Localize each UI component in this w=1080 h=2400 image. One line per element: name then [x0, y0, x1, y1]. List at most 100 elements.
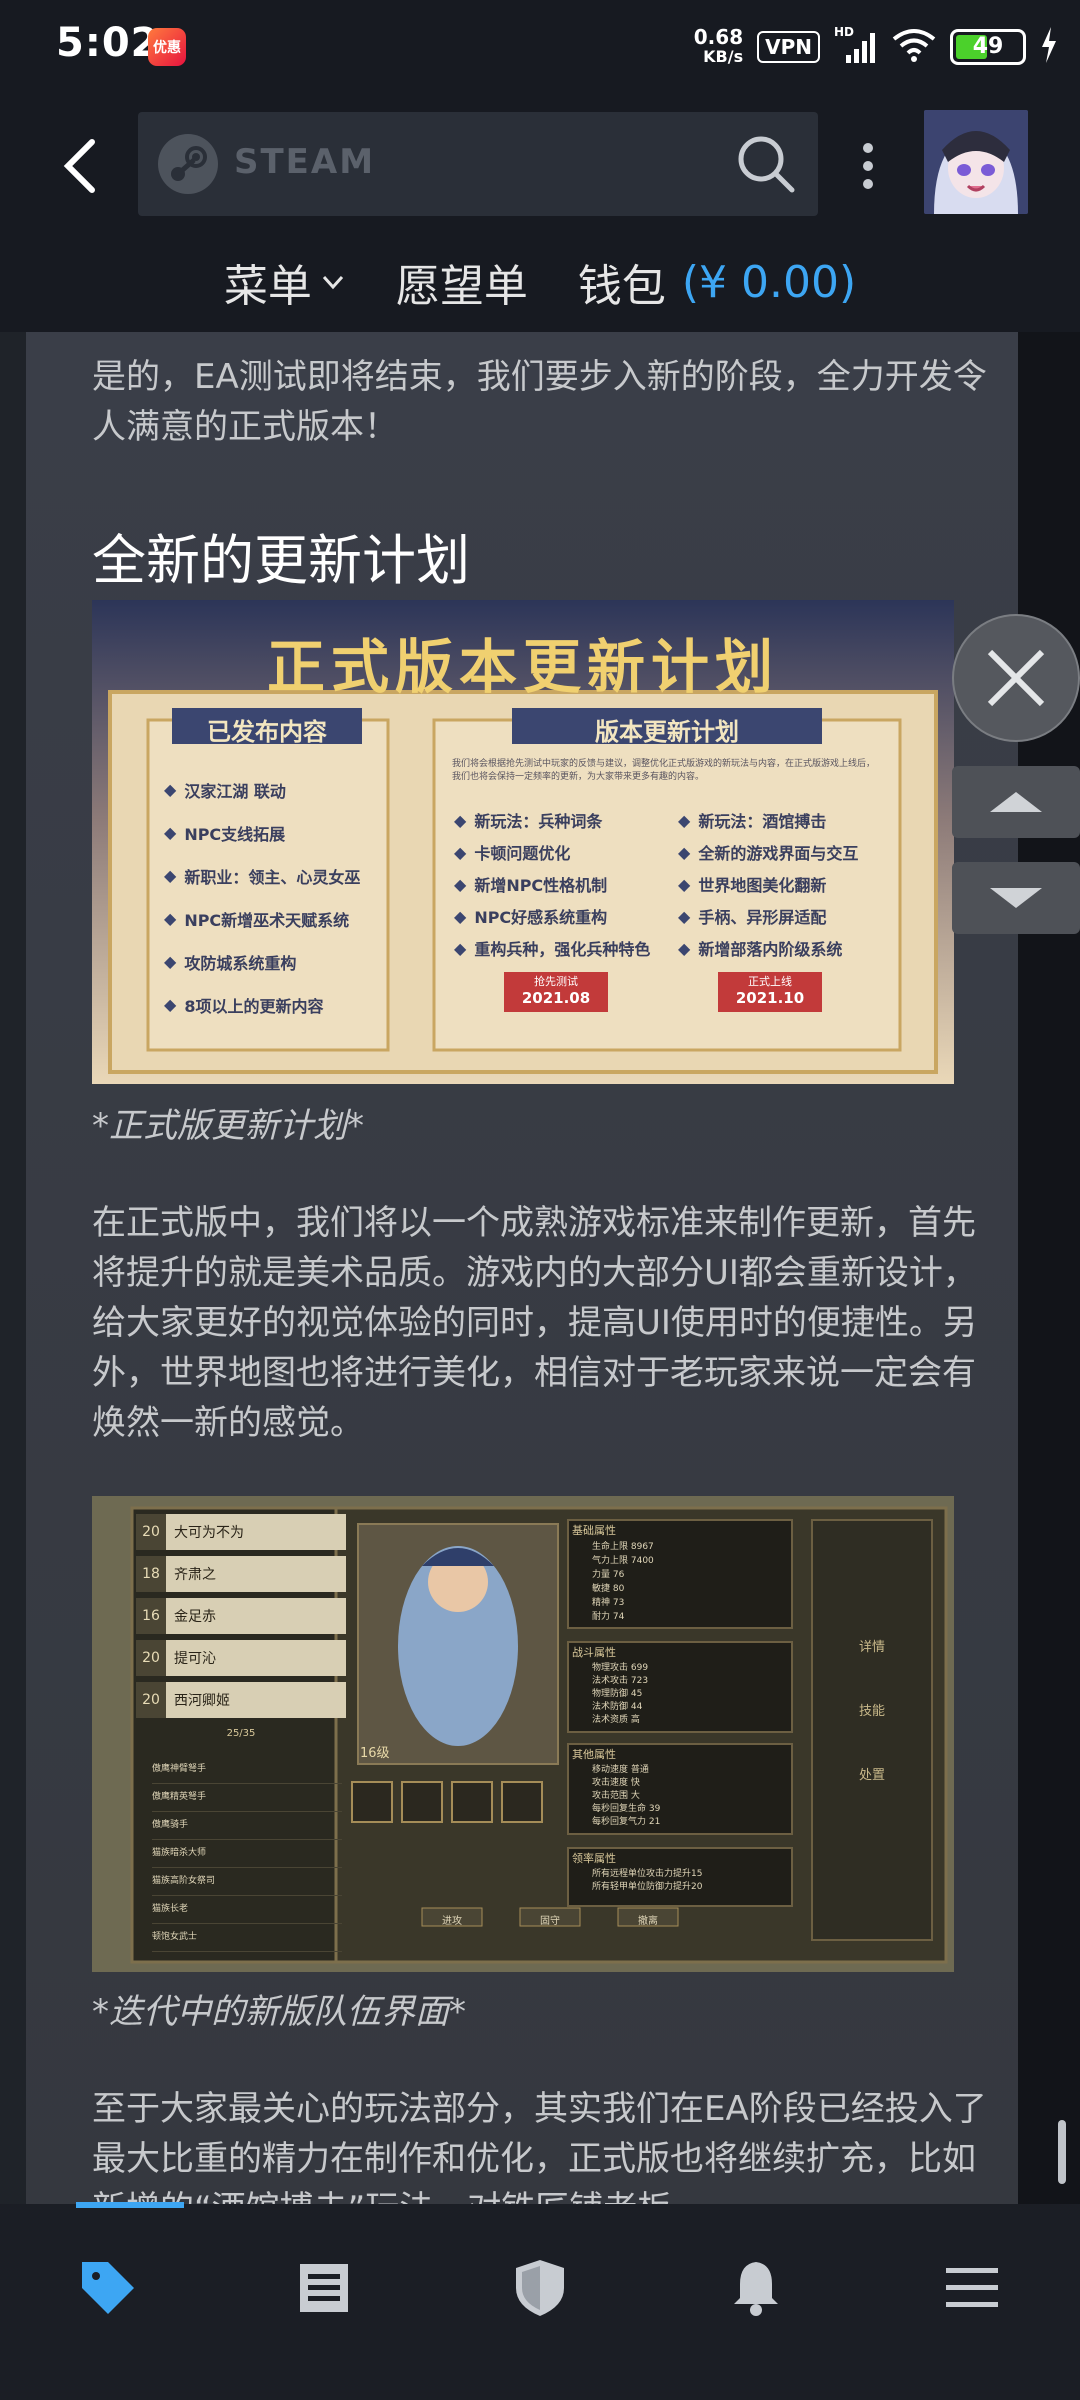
user-avatar[interactable]: [924, 110, 1028, 214]
plan-list-item: ◆ 新增NPC性格机制: [454, 874, 608, 896]
roster-row[interactable]: 16 金足赤: [136, 1598, 346, 1634]
news-icon: [300, 2264, 348, 2312]
nav-wallet[interactable]: 钱包 (¥ 0.00): [578, 242, 856, 322]
caption-update-plan: *正式版更新计划*: [92, 1106, 364, 1146]
team-action-buttons: 进攻 固守 撤离: [422, 1909, 716, 1928]
hero-level: 16级: [360, 1746, 390, 1761]
search-bar[interactable]: STEAM: [138, 112, 818, 216]
scroll-down-button[interactable]: [952, 862, 1080, 934]
detail-side-tabs: 详情 技能 处置: [812, 1636, 932, 1828]
team-ui-image[interactable]: 20 大可为不为 18 齐肃之 16 金足赤 20 提可沁 20 西河卿姬 25/35 傲鹰神臂弩…: [92, 1496, 954, 1972]
plan-list-item: ◆ 新增部落内阶级系统: [678, 938, 843, 960]
roster-row[interactable]: 20 大可为不为: [136, 1514, 346, 1550]
nav-menu[interactable]: 菜单: [224, 242, 346, 322]
panel-basic-title: 基础属性: [572, 1524, 616, 1537]
close-icon: [987, 649, 1045, 707]
roster-row[interactable]: 20 提可沁: [136, 1640, 346, 1676]
stat-row: 攻击范围 大: [592, 1791, 640, 1801]
unit-item[interactable]: 傲鹰精英弩手: [152, 1784, 342, 1812]
vpn-badge: VPN: [757, 31, 820, 63]
stat-row: 生命上限 8967: [592, 1542, 654, 1552]
roster-level: 16: [136, 1598, 166, 1634]
chevron-down-icon: [322, 275, 343, 290]
diamond-bullet-icon: ◆: [678, 906, 691, 926]
page-gutter-left: [0, 332, 26, 2204]
plan-list-item: ◆ 新职业：领主、心灵女巫: [164, 866, 361, 887]
roster-level: 18: [136, 1556, 166, 1592]
team-action-button[interactable]: 撤离: [618, 1912, 678, 1927]
steam-logo-icon: [156, 132, 220, 196]
plan-list-item: ◆ 重构兵种，强化兵种特色: [454, 938, 651, 960]
roster-name: 大可为不为: [174, 1525, 244, 1541]
diamond-bullet-icon: ◆: [454, 906, 467, 926]
steam-header: STEAM 菜单 愿望单 钱包 (¥ 0.00): [0, 92, 1080, 332]
combat-stats: 物理攻击 699 法术攻击 723 物理防御 45 法术防御 44 法术资质 高: [592, 1662, 648, 1727]
scroll-up-button[interactable]: [952, 766, 1080, 838]
bottom-nav-notifications[interactable]: [724, 2256, 788, 2320]
unit-item[interactable]: 猫族暗杀大师: [152, 1840, 342, 1868]
roster-name: 提可沁: [174, 1651, 216, 1667]
unit-item[interactable]: 傲鹰骑手: [152, 1812, 342, 1840]
bottom-nav-security[interactable]: [508, 2256, 572, 2320]
news-article[interactable]: 是的，EA测试即将结束，我们要步入新的阶段，全力开发令人满意的正式版本！ 全新的…: [26, 332, 1018, 2204]
stat-row: 每秒回复气力 21: [592, 1817, 661, 1827]
shield-icon: [516, 2260, 564, 2316]
kebab-menu-icon[interactable]: [858, 140, 878, 192]
side-tab[interactable]: 详情: [812, 1636, 932, 1700]
bottom-nav-menu[interactable]: [940, 2256, 1004, 2320]
plan-list-item: ◆ 8项以上的更新内容: [164, 995, 324, 1016]
roster-level: 20: [136, 1682, 166, 1718]
stat-row: 物理防御 45: [592, 1689, 643, 1699]
cellular-signal-icon: HD: [834, 25, 878, 65]
scrollbar-thumb[interactable]: [1058, 2120, 1066, 2184]
stat-row: 攻击速度 快: [592, 1778, 640, 1788]
plan-list-item: ◆ NPC新增巫术天赋系统: [164, 909, 350, 930]
plan-right-list-a: ◆ 新玩法：兵种词条 ◆ 卡顿问题优化 ◆ 新增NPC性格机制 ◆ NPC好感系统重构 ◆ 重构兵…: [454, 804, 674, 964]
store-tag-icon: [82, 2262, 134, 2314]
close-button[interactable]: [952, 614, 1080, 742]
stat-row: 法术防御 44: [592, 1702, 643, 1712]
status-bar: 5:02 优惠 0.68 KB/s VPN HD 49: [0, 0, 1080, 92]
search-icon[interactable]: [734, 132, 798, 196]
team-action-button[interactable]: 进攻: [422, 1912, 482, 1927]
stat-row: 移动速度 普通: [592, 1765, 649, 1775]
page-gutter-right: [1018, 332, 1080, 2204]
unit-item[interactable]: 猫族长老: [152, 1896, 342, 1924]
diamond-bullet-icon: ◆: [164, 995, 177, 1014]
roster-name: 金足赤: [174, 1609, 216, 1625]
stamp-release: 正式上线 2021.10: [735, 975, 805, 1007]
bottom-nav-store[interactable]: [76, 2256, 140, 2320]
back-arrow-icon[interactable]: [54, 136, 114, 196]
leader-line: 所有轻甲单位防御力提升20: [592, 1882, 703, 1892]
roster-name: 西河卿姬: [174, 1693, 230, 1709]
side-tab[interactable]: 技能: [812, 1700, 932, 1764]
roster-row[interactable]: 18 齐肃之: [136, 1556, 346, 1592]
stamp-early-access: 抢先测试 2021.08: [521, 975, 591, 1007]
side-tab[interactable]: 处置: [812, 1764, 932, 1828]
basic-stats: 生命上限 8967 气力上限 7400 力量 76 敏捷 80 精神 73 耐力 74: [592, 1540, 654, 1624]
plan-list-item: ◆ 全新的游戏界面与交互: [678, 842, 859, 864]
bottom-nav-news[interactable]: [292, 2256, 356, 2320]
unit-item[interactable]: 傲鹰神臂弩手: [152, 1756, 342, 1784]
stat-row: 法术攻击 723: [592, 1676, 649, 1686]
roster-row[interactable]: 20 西河卿姬: [136, 1682, 346, 1718]
plan-title: 正式版本更新计划: [266, 633, 779, 701]
unit-item[interactable]: 猫族高阶女祭司: [152, 1868, 342, 1896]
plan-left-title: 已发布内容: [207, 718, 327, 746]
panel-combat-title: 战斗属性: [572, 1646, 616, 1659]
diamond-bullet-icon: ◆: [164, 780, 177, 799]
nav-wishlist[interactable]: 愿望单: [396, 242, 528, 322]
plan-list-item: ◆ NPC好感系统重构: [454, 906, 608, 928]
battery-indicator: 49: [950, 29, 1026, 65]
diamond-bullet-icon: ◆: [454, 938, 467, 958]
team-action-button[interactable]: 固守: [520, 1912, 580, 1927]
caption-team-ui: *迭代中的新版队伍界面*: [92, 1992, 466, 2032]
plan-left-list: ◆ 汉家江湖 联动 ◆ NPC支线拓展 ◆ 新职业：领主、心灵女巫 ◆ NPC新增巫术天赋系统…: [164, 768, 384, 1026]
diamond-bullet-icon: ◆: [164, 823, 177, 842]
diamond-bullet-icon: ◆: [164, 909, 177, 928]
plan-list-item: ◆ 新玩法：酒馆搏击: [678, 810, 827, 832]
stat-row: 敏捷 80: [592, 1584, 625, 1594]
update-plan-image[interactable]: 正式版本更新计划 已发布内容 版本更新计划 ◆ 汉家江湖 联动 ◆ NPC支线拓展 ◆ 新…: [92, 600, 954, 1084]
diamond-bullet-icon: ◆: [678, 810, 691, 830]
unit-item[interactable]: 顿饱女武士: [152, 1924, 342, 1952]
